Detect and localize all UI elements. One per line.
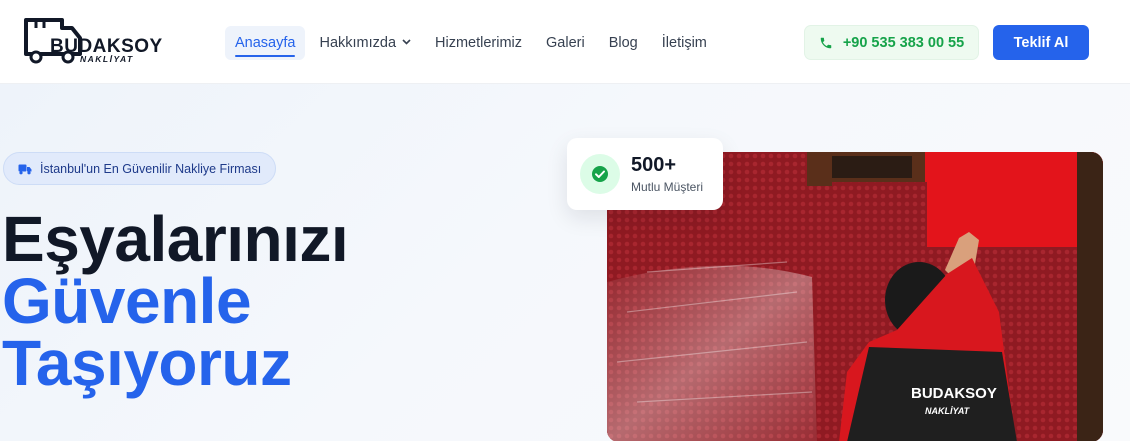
quote-button[interactable]: Teklif Al bbox=[993, 25, 1089, 60]
nav-item-label: Galeri bbox=[546, 35, 585, 51]
site-header: BUDAKSOY NAKLİYAT Anasayfa Hakkımızda Hi… bbox=[0, 0, 1130, 84]
quote-button-label: Teklif Al bbox=[1013, 34, 1069, 51]
nav-item-label: Hakkımızda bbox=[319, 35, 397, 51]
main-nav: Anasayfa Hakkımızda Hizmetlerimiz Galeri… bbox=[225, 25, 721, 61]
stat-label: Mutlu Müşteri bbox=[631, 180, 704, 194]
headline-line-2: Güvenle bbox=[2, 265, 252, 337]
nav-item-label: Hizmetlerimiz bbox=[435, 35, 523, 51]
hero-badge: İstanbul'un En Güvenilir Nakliye Firması bbox=[3, 152, 277, 185]
chevron-down-icon bbox=[402, 37, 411, 47]
headline-line-1: Eşyalarınızı bbox=[2, 203, 349, 275]
phone-icon bbox=[820, 37, 832, 48]
vest-sub-text: NAKLİYAT bbox=[925, 406, 971, 416]
nav-item-gallery[interactable]: Galeri bbox=[536, 26, 595, 60]
nav-item-label: Blog bbox=[608, 35, 638, 51]
nav-item-about[interactable]: Hakkımızda bbox=[309, 26, 421, 60]
brand-tagline: NAKLİYAT bbox=[80, 54, 134, 64]
nav-item-blog[interactable]: Blog bbox=[599, 26, 648, 60]
nav-item-label: Anasayfa bbox=[235, 35, 296, 51]
nav-item-contact[interactable]: İletişim bbox=[652, 26, 717, 60]
nav-item-label: İletişim bbox=[661, 35, 707, 51]
stat-value: 500+ bbox=[631, 154, 677, 176]
nav-item-services[interactable]: Hizmetlerimiz bbox=[425, 26, 532, 60]
hero-section: İstanbul'un En Güvenilir Nakliye Firması… bbox=[0, 84, 1130, 441]
phone-button[interactable]: +90 535 383 00 55 bbox=[804, 25, 979, 60]
headline-line-3: Taşıyoruz bbox=[2, 327, 292, 399]
phone-number: +90 535 383 00 55 bbox=[842, 34, 965, 51]
vest-brand-text: BUDAKSOY bbox=[911, 385, 997, 402]
nav-item-home[interactable]: Anasayfa bbox=[225, 26, 306, 60]
happy-customers-card: 500+ Mutlu Müşteri bbox=[567, 138, 723, 210]
stat-text: 500+ Mutlu Müşteri bbox=[631, 153, 703, 195]
truck-icon bbox=[18, 164, 32, 174]
check-circle-icon bbox=[580, 154, 620, 194]
hero-badge-text: İstanbul'un En Güvenilir Nakliye Firması bbox=[40, 161, 262, 176]
brand-logo[interactable]: BUDAKSOY NAKLİYAT bbox=[22, 14, 162, 70]
hero-headline: Eşyalarınızı Güvenle Taşıyoruz bbox=[2, 203, 349, 399]
